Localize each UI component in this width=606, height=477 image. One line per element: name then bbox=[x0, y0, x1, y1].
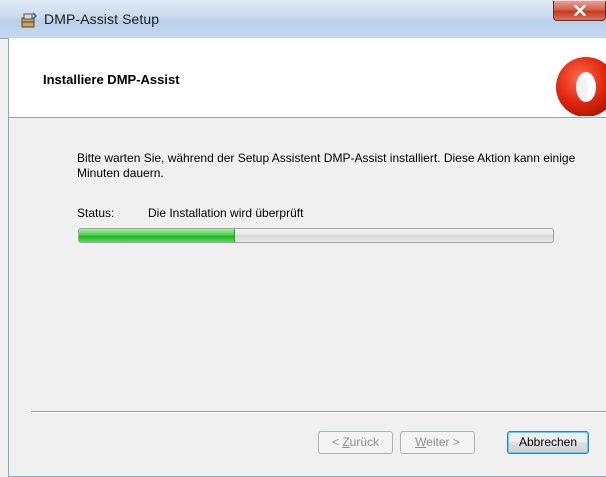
progress-bar-fill bbox=[79, 229, 236, 242]
title-bar[interactable]: DMP-Assist Setup bbox=[0, 0, 606, 39]
close-icon bbox=[574, 5, 586, 16]
install-progress-bar bbox=[78, 228, 554, 243]
next-button-label: eiter > bbox=[426, 435, 460, 449]
progress-message: Bitte warten Sie, während der Setup Assi… bbox=[77, 151, 576, 180]
setup-window: DMP-Assist Setup Installiere DMP-Assist bbox=[0, 0, 606, 477]
dialog-client-area: Installiere DMP-Assist Bitte warten Sie,… bbox=[8, 38, 606, 477]
cancel-button[interactable]: Abbrechen bbox=[507, 431, 589, 454]
status-label: Status: bbox=[77, 206, 115, 220]
installer-package-icon bbox=[20, 11, 38, 29]
dmp-assist-logo-icon bbox=[553, 54, 606, 117]
back-button-prefix: < bbox=[331, 435, 343, 449]
next-button-mnemonic: W bbox=[415, 435, 427, 449]
back-button-label: urück bbox=[349, 435, 380, 449]
back-button-mnemonic: Z bbox=[342, 435, 350, 449]
header-banner: Installiere DMP-Assist bbox=[9, 38, 606, 118]
page-title: Installiere DMP-Assist bbox=[43, 72, 180, 87]
footer-divider bbox=[31, 411, 606, 413]
next-button[interactable]: Weiter > bbox=[400, 431, 475, 454]
window-title: DMP-Assist Setup bbox=[44, 11, 160, 27]
status-value: Die Installation wird überprüft bbox=[148, 206, 304, 220]
back-button[interactable]: < Zurück bbox=[318, 431, 393, 454]
close-button[interactable] bbox=[553, 1, 606, 21]
